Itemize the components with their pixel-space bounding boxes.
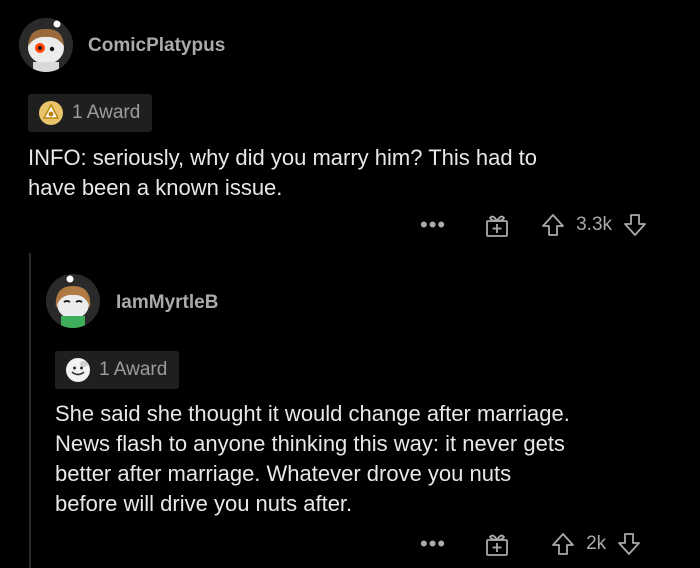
gift-icon[interactable] (484, 212, 510, 238)
snoo-avatar-icon (19, 18, 73, 72)
username[interactable]: IamMyrtleB (116, 292, 218, 314)
comment-line: News flash to anyone thinking this way: … (55, 431, 565, 456)
comment-actions: ••• 3.3k (420, 208, 648, 242)
vote-score: 3.3k (576, 214, 613, 235)
downvote-arrow-icon[interactable] (616, 531, 642, 557)
comment-line: She said she thought it would change aft… (55, 401, 570, 426)
award-count: 1 Award (72, 102, 141, 123)
vote-score: 2k (586, 533, 607, 554)
wholesome-award-icon (66, 358, 90, 382)
comment-body: She said she thought it would change aft… (55, 399, 685, 519)
award-badge[interactable]: 1 Award (28, 94, 153, 132)
more-options-button[interactable]: ••• (420, 214, 446, 236)
downvote-arrow-icon[interactable] (622, 212, 648, 238)
comment-line: have been a known issue. (28, 175, 283, 200)
award-badge[interactable]: 1 Award (55, 351, 180, 389)
avatar[interactable] (19, 18, 73, 72)
comment-line: better after marriage. Whatever drove yo… (55, 461, 512, 486)
more-options-button[interactable]: ••• (420, 533, 446, 555)
comment-body: INFO: seriously, why did you marry him? … (28, 143, 678, 203)
upvote-arrow-icon[interactable] (550, 531, 576, 557)
award-count: 1 Award (99, 359, 168, 380)
snoo-avatar-icon (46, 274, 100, 328)
username[interactable]: ComicPlatypus (88, 35, 225, 57)
comment-top-level: ComicPlatypus 1 Award INFO: seriously, w… (0, 0, 700, 250)
comment-reply: IamMyrtleB 1 Award She said she thought … (0, 250, 700, 568)
gift-icon[interactable] (484, 531, 510, 557)
avatar[interactable] (46, 274, 100, 328)
comment-line: before will drive you nuts after. (55, 491, 353, 516)
upvote-arrow-icon[interactable] (540, 212, 566, 238)
comment-actions: ••• 2k (420, 527, 642, 561)
gold-award-icon (39, 101, 63, 125)
comment-line: INFO: seriously, why did you marry him? … (28, 145, 538, 170)
